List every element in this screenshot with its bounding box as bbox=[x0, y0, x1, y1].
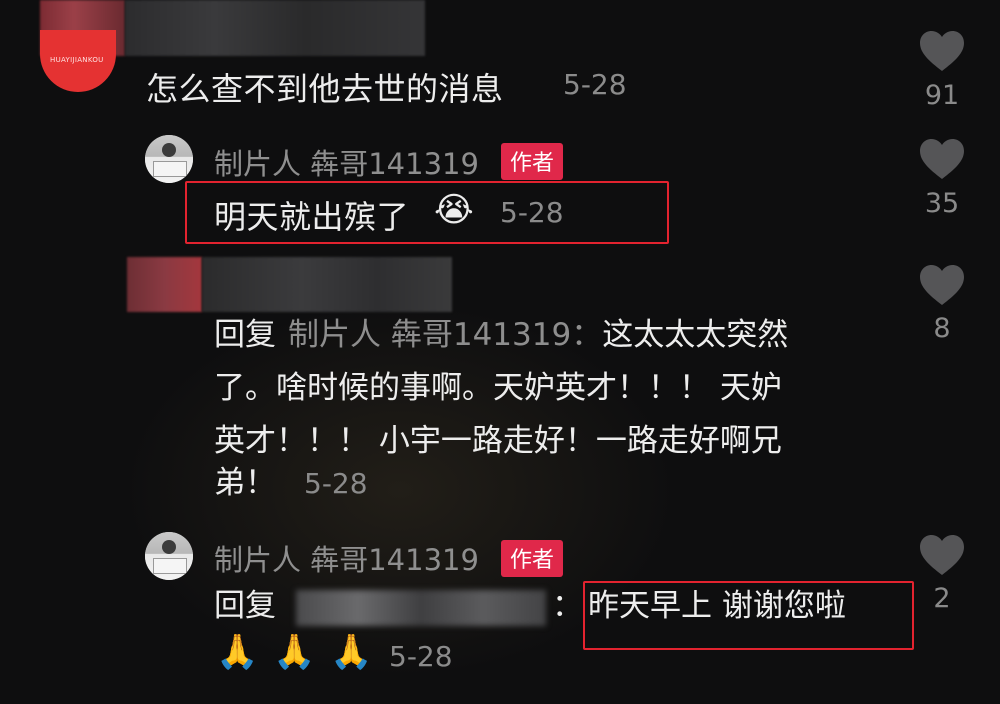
avatar[interactable]: HUAYIJIANKOU bbox=[40, 30, 116, 92]
author-badge: 作者 bbox=[501, 143, 564, 180]
avatar[interactable] bbox=[145, 532, 193, 580]
heart-icon[interactable] bbox=[919, 264, 965, 306]
reply-text: 弟！ bbox=[214, 465, 276, 501]
reply-colon: ： bbox=[552, 588, 583, 624]
reply-text: 这太太太突然 bbox=[602, 317, 789, 353]
username[interactable]: 制片人 犇哥141319 bbox=[214, 537, 479, 579]
avatar-figure bbox=[153, 161, 187, 177]
reply-prefix: 回复 bbox=[214, 317, 276, 353]
avatar-figure bbox=[153, 558, 187, 574]
comment-time: 5-28 bbox=[563, 68, 627, 101]
blurred-username bbox=[125, 0, 425, 56]
highlight-box bbox=[583, 581, 914, 650]
avatar-figure bbox=[162, 143, 176, 157]
blurred-avatar bbox=[127, 257, 202, 312]
like-count: 35 bbox=[924, 188, 960, 219]
heart-icon[interactable] bbox=[919, 30, 965, 72]
like-count: 8 bbox=[933, 313, 951, 344]
blurred-username bbox=[202, 257, 452, 312]
comment-time: 5-28 bbox=[389, 640, 453, 673]
pray-emojis: 🙏 🙏 🙏 bbox=[216, 632, 375, 672]
comment-text: 怎么查不到他去世的消息 bbox=[146, 70, 504, 108]
username[interactable]: 制片人 犇哥141319 bbox=[214, 141, 479, 183]
reply-target[interactable]: 制片人 犇哥141319： bbox=[288, 317, 602, 353]
avatar-figure bbox=[162, 540, 176, 554]
reply-prefix: 回复 bbox=[214, 588, 276, 624]
like-count: 91 bbox=[924, 80, 960, 111]
blurred-reply-target bbox=[296, 590, 546, 626]
avatar-logo-text: HUAYIJIANKOU bbox=[50, 56, 104, 64]
avatar[interactable] bbox=[145, 135, 193, 183]
heart-icon[interactable] bbox=[919, 534, 965, 576]
reply-line-1: 回复 制片人 犇哥141319：这太太太突然 bbox=[214, 309, 788, 362]
highlight-box bbox=[185, 181, 669, 244]
reply-line-2: 了。啥时候的事啊。天妒英才！！！ 天妒 bbox=[214, 370, 782, 406]
comment-time: 5-28 bbox=[304, 467, 368, 500]
author-badge: 作者 bbox=[501, 540, 564, 577]
heart-icon[interactable] bbox=[919, 138, 965, 180]
like-count: 2 bbox=[933, 583, 951, 614]
reply-line-4: 弟！ 5-28 bbox=[214, 457, 368, 510]
